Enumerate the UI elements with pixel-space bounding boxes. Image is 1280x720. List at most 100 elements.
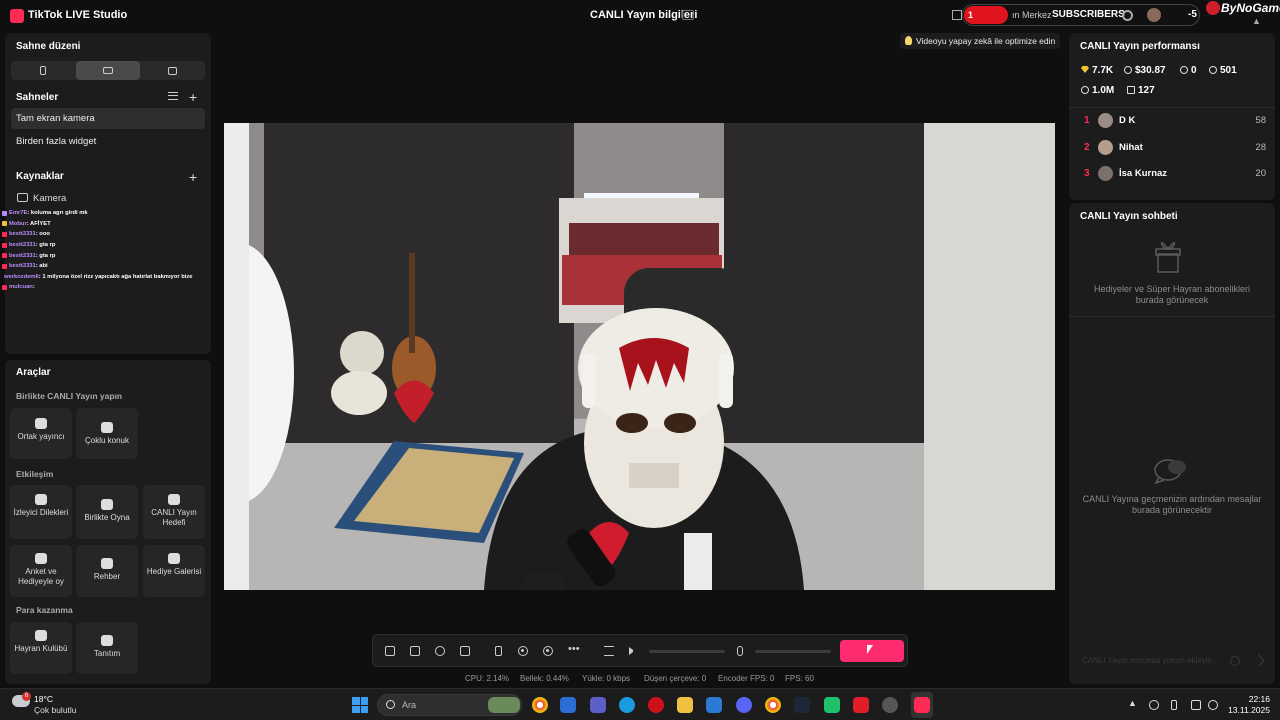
weather-description[interactable]: Çok bulutlu [34, 705, 77, 715]
layout-portrait-button[interactable] [11, 61, 76, 80]
tools-title: Araçlar [16, 367, 51, 378]
metric-value: 501 [1220, 65, 1237, 76]
chrome-profile-icon[interactable] [765, 697, 781, 713]
viewer-wishes-tool-button[interactable]: İzleyici Dilekleri [10, 485, 72, 539]
chat-overlay-widget: Emr7E: koluma agrı girdi mk Mobur: AFİYET… [2, 208, 208, 293]
go-live-button[interactable] [840, 640, 904, 662]
chrome-icon[interactable] [532, 697, 548, 713]
mail-icon[interactable] [706, 697, 722, 713]
optimize-video-button[interactable]: Videoyu yapay zekâ ile optimize edin [900, 33, 1061, 49]
speaker-volume-slider[interactable] [649, 650, 725, 653]
chat-overlay-line: Mobur: AFİYET [2, 219, 208, 230]
layout-landscape-button[interactable] [75, 61, 141, 80]
stat-encoder-fps: Encoder FPS: 0 [718, 674, 775, 683]
search-placeholder: Ara [402, 700, 417, 710]
mic-volume-slider[interactable] [755, 650, 831, 653]
microphone-tray-icon[interactable] [1171, 700, 1177, 710]
chat-overlay-line: bestt2331: abi [2, 261, 208, 272]
chat-overlay-message: : ooo [35, 231, 50, 238]
tool-label: CANLI Yayın Hedefi [151, 508, 197, 527]
network-icon[interactable] [1208, 700, 1218, 710]
promote-tool-button[interactable]: Tanıtım [76, 622, 138, 674]
tool-label: Hayran Kulübü [14, 644, 68, 653]
tool-label: Çoklu konuk [84, 436, 130, 445]
ranking-row[interactable]: 2 Nihat 28 [1080, 140, 1266, 156]
add-source-icon[interactable] [410, 646, 420, 656]
youtube-icon[interactable] [853, 697, 869, 713]
edge-icon[interactable] [619, 697, 635, 713]
scene-item-full-camera[interactable]: Tam ekran kamera [11, 108, 205, 129]
camera-feed-image [224, 123, 1055, 590]
avatar [1098, 140, 1113, 155]
chat-overlay-message: : abi [35, 263, 48, 270]
tiktok-live-studio-icon[interactable] [914, 697, 930, 713]
taskbar-search[interactable]: Ara [377, 694, 522, 716]
overlay-subscribers-label: SUBSCRIBERS [1052, 9, 1125, 20]
more-icon[interactable]: ••• [568, 643, 580, 655]
folder-icon[interactable] [677, 697, 693, 713]
ranking-row[interactable]: 1 D K 58 [1080, 113, 1266, 129]
refresh-icon[interactable] [1149, 700, 1159, 710]
multi-guest-tool-button[interactable]: Çoklu konuk [76, 408, 138, 459]
gift-gallery-tool-button[interactable]: Hediye Galerisi [143, 545, 205, 597]
search-highlight-image [488, 697, 520, 713]
metric-likes: 1.0M [1081, 85, 1114, 96]
windows-start-icon[interactable] [352, 697, 368, 713]
play-together-tool-button[interactable]: Birlikte Oyna [76, 485, 138, 539]
fan-club-tool-button[interactable]: Hayran Kulübü [10, 622, 72, 674]
guide-tool-button[interactable]: Rehber [76, 545, 138, 597]
stat-cpu: CPU: 2.14% [465, 674, 510, 683]
file-icon[interactable] [560, 697, 576, 713]
followers-icon [1209, 66, 1217, 74]
scene-item-multi-widget[interactable]: Birden fazla widget [11, 131, 205, 152]
chevron-up-icon[interactable]: ▲ [1252, 16, 1261, 26]
tray-chevron-up-icon[interactable]: ▲ [1128, 698, 1137, 708]
chat-overlay-line: bestt2331: gta rp [2, 250, 208, 261]
tool-label: Anket ve Hediyeyle oy [18, 567, 64, 586]
share-icon[interactable] [682, 10, 694, 20]
live-goal-tool-button[interactable]: CANLI Yayın Hedefi [143, 485, 205, 539]
list-icon[interactable] [168, 92, 178, 100]
magic-wand-icon[interactable] [385, 646, 395, 656]
mixer-settings-icon[interactable] [604, 646, 614, 656]
weather-temperature[interactable]: 18°C [34, 694, 53, 704]
dual-layout-icon [168, 66, 178, 75]
stat-memory: Bellek: 0.44% [520, 674, 569, 683]
add-scene-icon[interactable]: + [189, 90, 197, 104]
chat-overlay-user: bestt2331 [9, 252, 36, 259]
steam-icon[interactable] [794, 697, 810, 713]
clock-time: 22:16 [1248, 694, 1270, 704]
poll-tool-button[interactable]: Anket ve Hediyeyle oy [10, 545, 72, 597]
clock[interactable]: 22:16 13.11.2025 [1226, 694, 1270, 716]
app-icon[interactable] [824, 697, 840, 713]
chat-overlay-line: bestt2331: gta rp [2, 240, 208, 251]
bynogame-watermark: ByNoGame [1221, 1, 1280, 15]
tool-label: Hediye Galerisi [146, 567, 202, 576]
chat-title: CANLI Yayın sohbeti [1080, 211, 1178, 222]
effects-icon[interactable] [435, 646, 445, 656]
obs-icon[interactable] [882, 697, 898, 713]
settings-icon[interactable] [1122, 10, 1133, 21]
opera-icon[interactable] [648, 697, 664, 713]
teams-icon[interactable] [590, 697, 606, 713]
emoji-icon[interactable] [1230, 656, 1240, 666]
display-icon[interactable] [1191, 700, 1201, 710]
capture-icon[interactable] [460, 646, 470, 656]
add-source-icon[interactable]: + [189, 170, 197, 184]
home-icon[interactable] [952, 10, 962, 20]
speaker-icon[interactable] [629, 647, 637, 655]
microphone-icon[interactable] [737, 646, 743, 656]
title-bar: TikTok LIVE Studio CANLI Yayın bilgileri… [0, 0, 1280, 32]
chat-badge-icon [2, 253, 7, 259]
ranking-row[interactable]: 3 İsa Kurnaz 20 [1080, 166, 1266, 182]
metric-followers: 501 [1209, 65, 1237, 76]
avatar[interactable] [1147, 8, 1161, 22]
record-icon[interactable] [518, 646, 528, 656]
layout-dual-button[interactable] [140, 61, 205, 80]
source-camera[interactable]: Kamera [33, 193, 66, 204]
portrait-preview-icon[interactable] [495, 646, 502, 656]
cohost-tool-button[interactable]: Ortak yayıncı [10, 408, 72, 459]
screenshot-icon[interactable] [543, 646, 553, 656]
discord-icon[interactable] [736, 697, 752, 713]
gifts-empty-state: Hediyeler ve Süper Hayran abonelikleri b… [1093, 284, 1251, 305]
